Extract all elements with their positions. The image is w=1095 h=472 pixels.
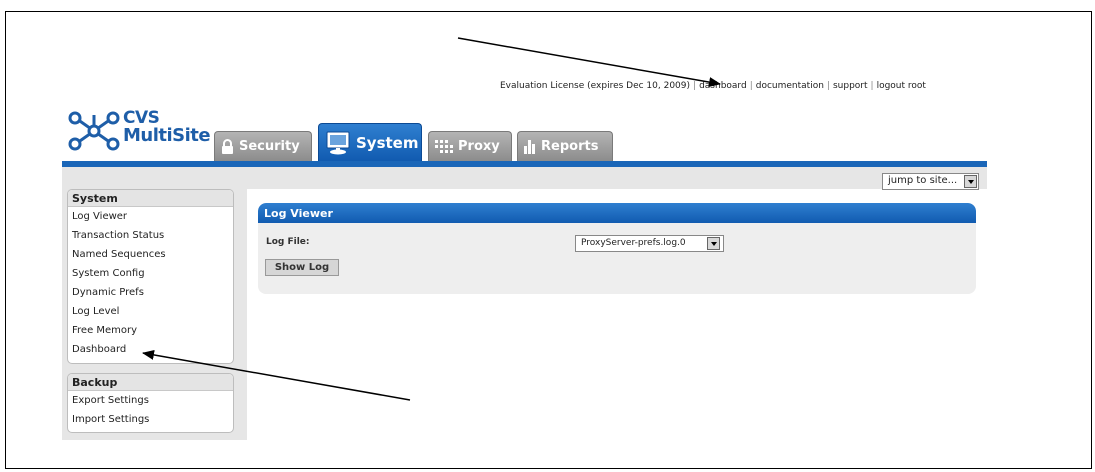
annotation-arrows bbox=[142, 37, 721, 401]
arrow-to-dashboard-link bbox=[457, 37, 721, 88]
arrow-to-sidebar-dashboard bbox=[142, 349, 411, 401]
